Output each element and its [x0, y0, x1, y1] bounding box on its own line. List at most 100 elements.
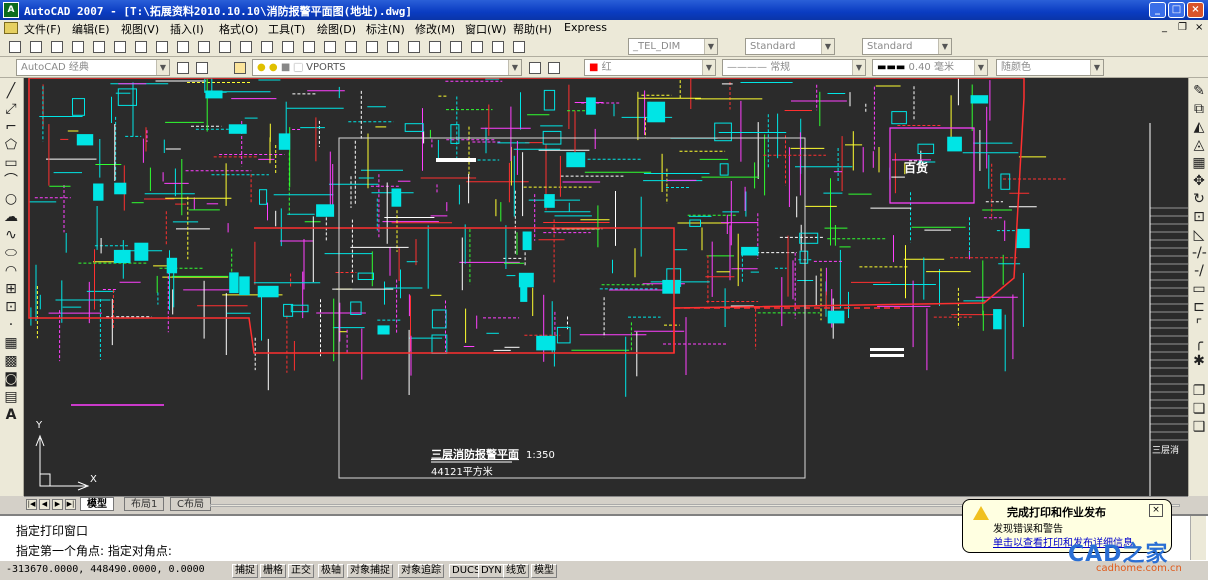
construction-line-icon[interactable]: ⤢	[4, 102, 18, 116]
design-center-icon[interactable]	[405, 38, 421, 54]
ortho-toggle[interactable]: 正交	[288, 564, 314, 578]
polygon-icon[interactable]: ⬠	[4, 138, 18, 152]
trim-icon[interactable]: -/-	[1192, 246, 1207, 260]
menu-insert[interactable]: 插入(I)	[170, 21, 204, 37]
break-icon[interactable]: ▭	[1192, 282, 1206, 296]
undo-icon[interactable]	[258, 38, 274, 54]
sheet-set-icon[interactable]	[447, 38, 463, 54]
balloon-close-button[interactable]: ×	[1149, 504, 1163, 517]
paste-icon[interactable]	[195, 38, 211, 54]
extend-icon[interactable]: -/	[1192, 264, 1206, 278]
3d-dwf-icon[interactable]	[132, 38, 148, 54]
menu-view[interactable]: 视图(V)	[121, 21, 159, 37]
layer-select[interactable]: ● ● ■ ■ VPORTS ▼	[252, 59, 522, 76]
multiline-text-icon[interactable]: A	[4, 408, 18, 422]
offset-icon[interactable]: ◬	[1192, 138, 1206, 152]
command-scrollbar[interactable]	[1190, 516, 1206, 560]
mirror-icon[interactable]: ◭	[1192, 120, 1206, 134]
layer-manager-icon[interactable]	[231, 59, 247, 75]
grid-toggle[interactable]: 栅格	[260, 564, 286, 578]
doc-close-button[interactable]: ×	[1195, 22, 1203, 33]
lineweight-select[interactable]: ▬▬▬ 0.40 毫米 ▼	[872, 59, 988, 76]
point-icon[interactable]: ·	[4, 318, 18, 332]
explode-icon[interactable]: ✱	[1192, 354, 1206, 368]
menu-format[interactable]: 格式(O)	[219, 21, 258, 37]
title-bar[interactable]: A AutoCAD 2007 - [T:\拓展资料2010.10.10\消防报警…	[0, 0, 1208, 20]
block-editor-icon[interactable]	[237, 38, 253, 54]
hatch-icon[interactable]: ▦	[4, 336, 18, 350]
rectangle-icon[interactable]: ▭	[4, 156, 18, 170]
color-select[interactable]: ■ 红 ▼	[584, 59, 716, 76]
circle-icon[interactable]: ○	[4, 192, 18, 206]
open-icon[interactable]	[27, 38, 43, 54]
help-icon[interactable]	[510, 38, 526, 54]
workspace-settings-icon[interactable]	[174, 59, 190, 75]
doc-restore-button[interactable]: ❐	[1178, 22, 1187, 33]
erase-icon[interactable]: ✎	[1192, 84, 1206, 98]
linetype-select[interactable]: ———— 常规 ▼	[722, 59, 866, 76]
menu-help[interactable]: 帮助(H)	[513, 21, 552, 37]
menu-edit[interactable]: 编辑(E)	[72, 21, 110, 37]
menu-file[interactable]: 文件(F)	[24, 21, 61, 37]
gradient-icon[interactable]: ▩	[4, 354, 18, 368]
layer-previous-icon[interactable]	[545, 59, 561, 75]
menu-express[interactable]: Express	[564, 21, 607, 34]
tab-layout1[interactable]: 布局1	[124, 497, 165, 511]
menu-draw[interactable]: 绘图(D)	[317, 21, 356, 37]
ellipse-arc-icon[interactable]: ◠	[4, 264, 18, 278]
workspace-select[interactable]: AutoCAD 经典 ▼	[16, 59, 170, 76]
coordinate-readout[interactable]: -313670.0000, 448490.0000, 0.0000	[6, 564, 205, 575]
model-toggle[interactable]: 模型	[531, 564, 557, 578]
workspace-save-icon[interactable]	[193, 59, 209, 75]
dim-style-select[interactable]: Standard ▼	[745, 38, 835, 55]
copy-clip-icon[interactable]	[174, 38, 190, 54]
minimize-button[interactable]: _	[1149, 2, 1166, 18]
lineweight-toggle[interactable]: 线宽	[503, 564, 529, 578]
bring-front-icon[interactable]: ❏	[1192, 402, 1206, 416]
drawing-canvas[interactable]: 百货 三层消防报警平面 1:350 44121平方米 三层消 X Y	[24, 78, 1188, 496]
copy-icon[interactable]: ⧉	[1192, 102, 1206, 116]
menu-dimension[interactable]: 标注(N)	[366, 21, 405, 37]
maximize-button[interactable]: □	[1168, 2, 1185, 18]
plot-icon[interactable]	[69, 38, 85, 54]
text-style-select[interactable]: _TEL_DIM ▼	[628, 38, 718, 55]
revision-cloud-icon[interactable]: ☁	[4, 210, 18, 224]
quickcalc-icon[interactable]	[489, 38, 505, 54]
line-icon[interactable]: ╱	[4, 84, 18, 98]
array-icon[interactable]: ▦	[1192, 156, 1206, 170]
snap-toggle[interactable]: 捕捉	[232, 564, 258, 578]
chamfer-icon[interactable]: ⌜	[1192, 318, 1206, 332]
redo-icon[interactable]	[279, 38, 295, 54]
table-style-select[interactable]: Standard ▼	[862, 38, 952, 55]
menu-modify[interactable]: 修改(M)	[415, 21, 455, 37]
dyn-toggle[interactable]: DYN	[478, 564, 505, 578]
make-current-layer-icon[interactable]	[526, 59, 542, 75]
properties-icon[interactable]	[384, 38, 400, 54]
move-icon[interactable]: ✥	[1192, 174, 1206, 188]
tool-palettes-icon[interactable]	[426, 38, 442, 54]
polar-toggle[interactable]: 极轴	[318, 564, 344, 578]
close-button[interactable]: ×	[1187, 2, 1204, 18]
doc-minimize-button[interactable]: _	[1162, 22, 1167, 33]
spline-icon[interactable]: ∿	[4, 228, 18, 242]
make-block-icon[interactable]: ⊡	[4, 300, 18, 314]
qnew-icon[interactable]	[6, 38, 22, 54]
pan-icon[interactable]	[300, 38, 316, 54]
join-icon[interactable]: ⊏	[1192, 300, 1206, 314]
stretch-icon[interactable]: ◺	[1192, 228, 1206, 242]
plotstyle-select[interactable]: 随颜色 ▼	[996, 59, 1104, 76]
prev-tab-icon[interactable]: ◀	[39, 499, 50, 510]
menu-window[interactable]: 窗口(W)	[465, 21, 506, 37]
ellipse-icon[interactable]: ⬭	[4, 246, 18, 260]
insert-block-icon[interactable]: ⊞	[4, 282, 18, 296]
command-prompt-line[interactable]: 指定第一个角点: 指定对角点:	[16, 542, 172, 559]
plot-preview-icon[interactable]	[90, 38, 106, 54]
publish-icon[interactable]	[111, 38, 127, 54]
scale-icon[interactable]: ⊡	[1192, 210, 1206, 224]
fillet-icon[interactable]: ╭	[1192, 336, 1206, 350]
send-back-icon[interactable]: ❑	[1192, 420, 1206, 434]
document-icon[interactable]	[4, 22, 18, 34]
first-tab-icon[interactable]: |◀	[26, 499, 37, 510]
next-tab-icon[interactable]: ▶	[52, 499, 63, 510]
last-tab-icon[interactable]: ▶|	[65, 499, 76, 510]
